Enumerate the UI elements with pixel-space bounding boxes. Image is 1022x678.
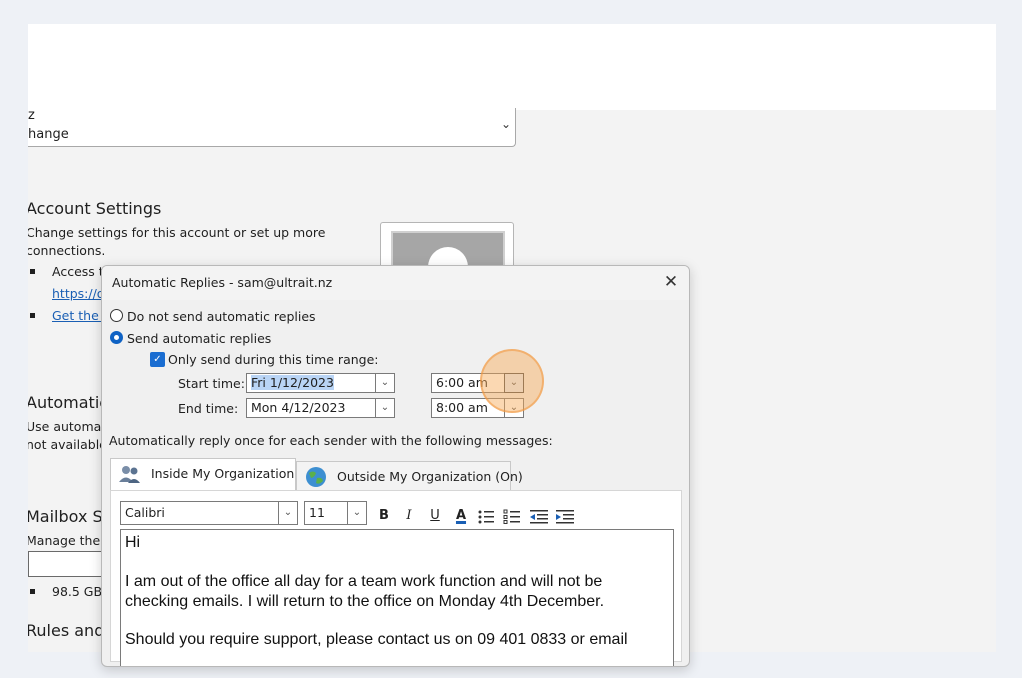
tab-inside-organization[interactable]: Inside My Organization — [110, 458, 296, 491]
chevron-down-icon: ⌄ — [380, 377, 390, 388]
access-link[interactable]: https://o — [52, 286, 104, 301]
dialog-titlebar: Automatic Replies - sam@ultrait.nz ✕ — [102, 266, 689, 300]
font-size-select[interactable]: 11 — [304, 501, 348, 525]
bullet-icon — [30, 313, 35, 318]
account-settings-desc-2: connections. — [28, 243, 106, 258]
italic-button[interactable]: I — [401, 507, 417, 525]
font-color-button[interactable]: A — [452, 507, 470, 525]
bullet-list-icon[interactable] — [477, 508, 495, 526]
mailbox-settings-heading: Mailbox Se — [28, 507, 113, 526]
bullet-icon — [30, 589, 35, 594]
automatic-replies-heading: Automatic — [28, 393, 109, 412]
account-select-dropdown[interactable]: z hange ⌄ — [28, 108, 516, 147]
font-size-dropdown-button[interactable]: ⌄ — [347, 501, 367, 525]
globe-icon — [306, 467, 326, 487]
end-time-value: 8:00 am — [436, 400, 488, 415]
start-date-input[interactable]: Fri 1/12/2023 — [246, 373, 376, 393]
bold-button[interactable]: B — [376, 507, 392, 525]
time-range-checkbox[interactable]: ✓ — [150, 352, 165, 367]
start-time-label: Start time: — [178, 376, 245, 391]
underline-button[interactable]: U — [427, 507, 443, 525]
increase-indent-icon[interactable] — [555, 508, 575, 526]
close-icon[interactable]: ✕ — [661, 273, 681, 293]
message-line: I am out of the office all day for a tea… — [125, 573, 603, 590]
mailbox-usage-bar — [28, 551, 108, 577]
bullet-icon — [30, 269, 35, 274]
account-settings-desc-1: Change settings for this account or set … — [28, 225, 326, 240]
click-highlight-marker — [480, 349, 544, 413]
people-icon — [119, 466, 140, 483]
chevron-down-icon: ⌄ — [500, 117, 511, 131]
account-select-line2: hange — [28, 127, 69, 142]
account-select-line1: z — [28, 108, 35, 123]
end-date-value: Mon 4/12/2023 — [251, 400, 346, 415]
end-date-input[interactable]: Mon 4/12/2023 — [246, 398, 376, 418]
font-size-value: 11 — [309, 505, 325, 520]
font-name-select[interactable]: Calibri — [120, 501, 280, 525]
reply-once-text: Automatically reply once for each sender… — [109, 433, 553, 448]
tab-outside-organization[interactable]: Outside My Organization (On) — [296, 461, 523, 491]
start-date-value: Fri 1/12/2023 — [251, 375, 334, 390]
end-date-dropdown-button[interactable]: ⌄ — [375, 398, 395, 418]
account-settings-heading: Account Settings — [28, 199, 162, 218]
rules-heading: Rules and — [28, 621, 105, 640]
time-range-label: Only send during this time range: — [168, 352, 379, 367]
chevron-down-icon: ⌄ — [283, 507, 293, 518]
message-line: Should you require support, please conta… — [125, 631, 628, 648]
automatic-replies-desc-2: not available — [28, 437, 107, 452]
dialog-title: Automatic Replies - sam@ultrait.nz — [112, 275, 333, 290]
send-replies-label: Send automatic replies — [127, 331, 272, 346]
decrease-indent-icon[interactable] — [529, 508, 549, 526]
tab-outside-label: Outside My Organization (On) — [337, 469, 523, 484]
top-blank-area — [28, 24, 996, 110]
numbered-list-icon[interactable] — [503, 508, 521, 526]
message-line: Hi — [125, 534, 141, 551]
message-panel: Calibri ⌄ 11 ⌄ B I U A Hi I am out of th… — [110, 490, 682, 666]
automatic-replies-dialog: Automatic Replies - sam@ultrait.nz ✕ Do … — [101, 265, 690, 667]
font-name-dropdown-button[interactable]: ⌄ — [278, 501, 298, 525]
chevron-down-icon: ⌄ — [352, 507, 362, 518]
message-editor[interactable]: Hi I am out of the office all day for a … — [120, 529, 674, 666]
radio-send-replies[interactable] — [110, 331, 123, 344]
end-time-label: End time: — [178, 401, 239, 416]
tab-inside-label: Inside My Organization — [151, 466, 295, 481]
chevron-down-icon: ⌄ — [380, 402, 390, 413]
do-not-send-label: Do not send automatic replies — [127, 309, 316, 324]
mailbox-settings-desc: Manage the s — [28, 533, 111, 548]
message-line: checking emails. I will return to the of… — [125, 593, 605, 610]
start-date-dropdown-button[interactable]: ⌄ — [375, 373, 395, 393]
automatic-replies-desc-1: Use automati — [28, 419, 110, 434]
radio-do-not-send[interactable] — [110, 309, 123, 322]
font-name-value: Calibri — [125, 505, 165, 520]
